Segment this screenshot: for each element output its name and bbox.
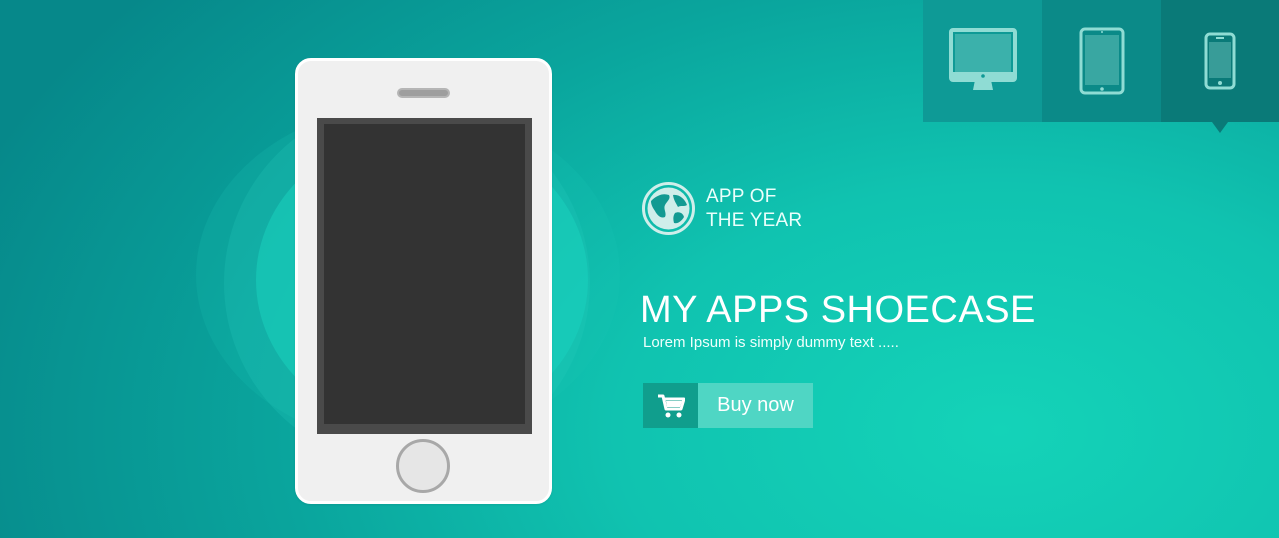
badge-text: APP OF THE YEAR: [706, 185, 802, 233]
buy-icon-box: [643, 383, 698, 428]
desktop-icon: [948, 28, 1017, 90]
phone-screen: [324, 124, 525, 424]
subtitle-text: Lorem Ipsum is simply dummy text .....: [643, 334, 899, 351]
shopping-cart-icon: [657, 394, 685, 417]
phone-speaker: [397, 88, 450, 98]
badge-line-2: THE YEAR: [706, 209, 803, 231]
device-switcher: [923, 0, 1279, 133]
badge-line-1: APP OF: [706, 185, 777, 207]
page-title: MY APPS SHOECASE: [640, 289, 1036, 331]
award-badge: APP OF THE YEAR: [641, 181, 802, 236]
device-tab-phone[interactable]: [1161, 0, 1279, 133]
device-tab-desktop[interactable]: [923, 0, 1042, 122]
phone-mockup: [295, 58, 552, 504]
phone-icon: [1204, 32, 1236, 90]
tablet-icon: [1079, 27, 1124, 95]
buy-now-label: Buy now: [698, 383, 813, 428]
buy-now-button[interactable]: Buy now: [643, 383, 813, 428]
phone-home-button: [396, 439, 450, 493]
phone-screen-frame: [317, 118, 532, 434]
globe-icon: [642, 182, 695, 235]
device-tab-tablet[interactable]: [1042, 0, 1161, 122]
hero-banner: APP OF THE YEAR MY APPS SHOECASE Lorem I…: [0, 0, 1279, 538]
